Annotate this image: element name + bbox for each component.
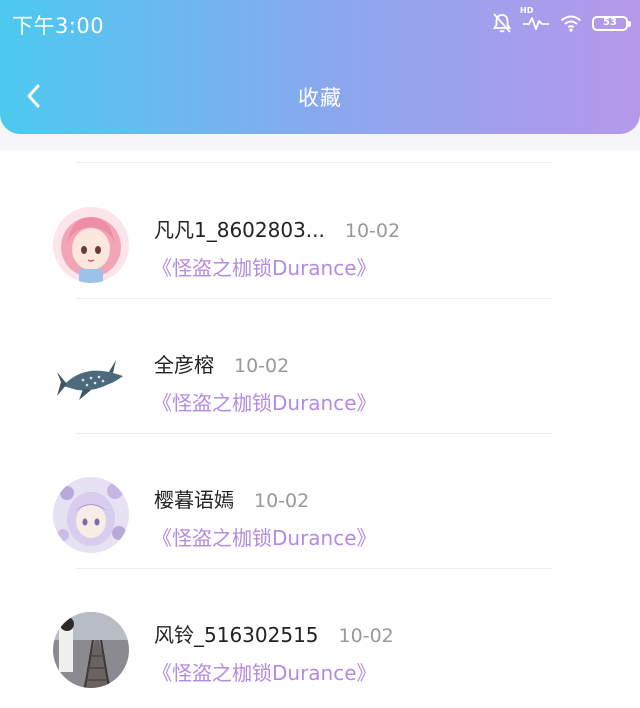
user-line: 樱暮语嫣 10-02: [154, 484, 309, 513]
username[interactable]: 风铃_516302515: [154, 619, 319, 648]
bell-off-icon: [492, 12, 512, 34]
status-time: 下午3:00: [12, 14, 105, 38]
signal-activity-icon: HD: [520, 6, 550, 32]
battery-level: 53: [603, 17, 617, 28]
date: 10-02: [338, 625, 394, 647]
page-title: 收藏: [298, 86, 342, 110]
date: 10-02: [344, 220, 401, 242]
username[interactable]: 樱暮语嫣: [154, 484, 234, 513]
status-bar: 下午3:00 HD 53: [0, 0, 640, 48]
date: 10-02: [254, 490, 310, 512]
avatar[interactable]: [53, 477, 129, 553]
wifi-icon: [560, 14, 582, 32]
work-title-link[interactable]: 《怪盗之枷锁Durance》: [152, 657, 377, 686]
status-icons: HD 53: [492, 6, 631, 36]
work-title-link[interactable]: 《怪盗之枷锁Durance》: [152, 252, 377, 281]
list-item[interactable]: 樱暮语嫣 10-02 《怪盗之枷锁Durance》: [0, 433, 640, 568]
avatar[interactable]: [53, 342, 129, 418]
avatar[interactable]: [53, 207, 129, 283]
user-line: 凡凡1_8602803... 10-02: [154, 214, 400, 243]
avatar[interactable]: [53, 612, 129, 688]
work-title-link[interactable]: 《怪盗之枷锁Durance》: [152, 387, 377, 416]
username[interactable]: 凡凡1_8602803...: [154, 214, 325, 243]
header-bar: 下午3:00 HD 53 收藏: [0, 0, 640, 134]
battery-icon: 53: [592, 15, 631, 31]
date: 10-02: [234, 355, 290, 377]
list-item[interactable]: 全彦榕 10-02 《怪盗之枷锁Durance》: [0, 298, 640, 433]
username[interactable]: 全彦榕: [154, 349, 214, 378]
user-line: 全彦榕 10-02: [154, 349, 289, 378]
hd-label: HD: [520, 6, 534, 15]
list-item[interactable]: 风铃_516302515 10-02 《怪盗之枷锁Durance》: [0, 568, 640, 703]
work-title-link[interactable]: 《怪盗之枷锁Durance》: [152, 522, 377, 551]
user-line: 风铃_516302515 10-02: [154, 619, 394, 648]
favorites-list: 凡凡1_8602803... 10-02 《怪盗之枷锁Durance》 全彦榕 …: [0, 150, 640, 708]
list-item[interactable]: 凡凡1_8602803... 10-02 《怪盗之枷锁Durance》: [0, 163, 640, 298]
